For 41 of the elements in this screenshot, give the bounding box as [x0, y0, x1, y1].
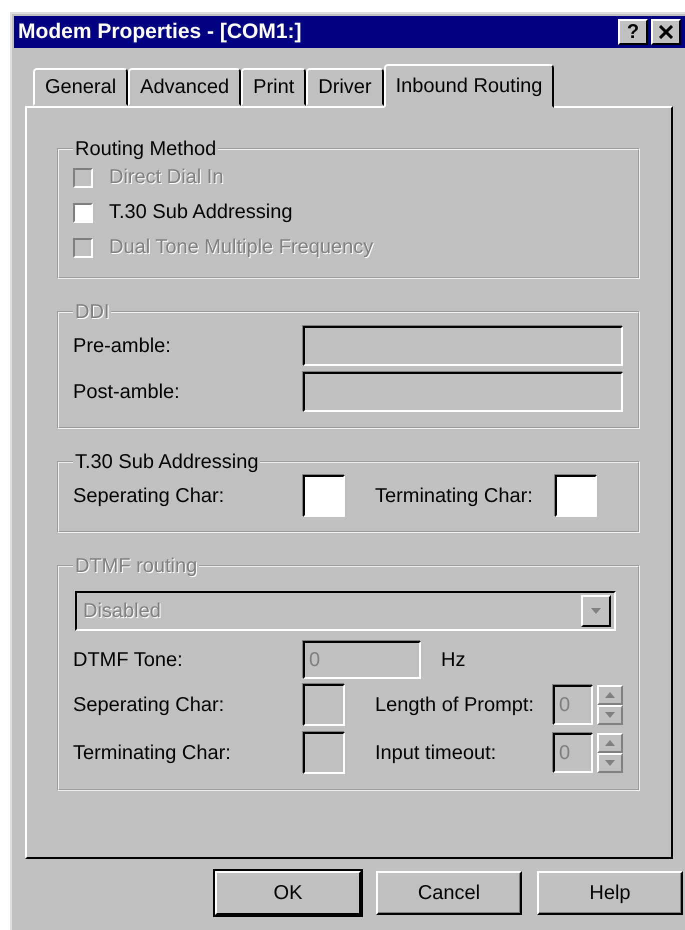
window-title: Modem Properties - [COM1:]	[18, 20, 302, 44]
tab[interactable]: General	[33, 68, 128, 106]
input-field[interactable]	[555, 475, 597, 517]
close-button[interactable]	[651, 19, 681, 45]
spin-down-button[interactable]	[597, 705, 623, 725]
field-label: Terminating Char:	[375, 484, 534, 508]
field-label: Seperating Char:	[73, 484, 226, 508]
unit-label: Hz	[441, 648, 466, 672]
caret-down-icon	[605, 760, 615, 766]
field-label: DTMF Tone:	[73, 648, 184, 672]
group-title: DTMF routing	[74, 555, 198, 577]
field-label: Pre-amble:	[73, 334, 172, 358]
dialog-button[interactable]: Help	[537, 871, 683, 915]
close-icon	[659, 25, 673, 39]
field-label: Seperating Char:	[73, 694, 226, 716]
group-title: T.30 Sub Addressing	[74, 451, 260, 473]
dialog-button[interactable]: OK	[215, 871, 361, 915]
tab[interactable]: Driver	[306, 68, 384, 106]
spin-up-button[interactable]	[597, 733, 623, 753]
tab[interactable]: Advanced	[128, 68, 242, 106]
checkbox-label: Dual Tone Multiple Frequency	[109, 236, 374, 259]
tab[interactable]: Inbound Routing	[384, 64, 554, 108]
input-field[interactable]	[303, 475, 345, 517]
spin-down-button[interactable]	[597, 753, 623, 773]
field-label: Post-amble:	[73, 380, 181, 404]
caret-down-icon	[605, 712, 615, 718]
spin-up-button[interactable]	[597, 685, 623, 705]
group-title: Routing Method	[74, 138, 218, 160]
caret-up-icon	[605, 740, 615, 746]
tab[interactable]: Print	[241, 68, 306, 106]
caret-icon	[591, 608, 601, 614]
dialog-button[interactable]: Cancel	[376, 871, 522, 915]
help-button[interactable]: ?	[618, 19, 648, 45]
group-title: DDI	[74, 301, 110, 323]
checkbox-label: Direct Dial In	[109, 166, 224, 189]
field-label: Input timeout:	[375, 742, 498, 764]
field-label: Length of Prompt:	[375, 694, 535, 716]
checkbox-label: T.30 Sub Addressing	[109, 201, 292, 224]
checkbox[interactable]	[73, 202, 93, 222]
field-label: Terminating Char:	[73, 742, 232, 764]
caret-up-icon	[605, 692, 615, 698]
